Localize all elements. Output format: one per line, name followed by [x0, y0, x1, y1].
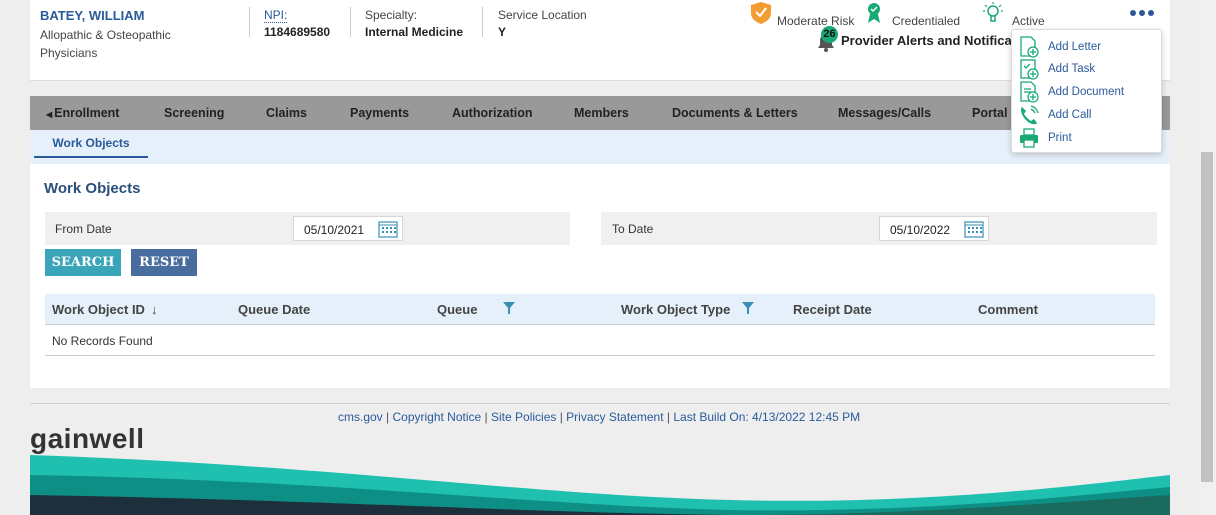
bell-icon[interactable]: 26 [817, 26, 838, 52]
active-label: Active [1012, 14, 1045, 28]
shield-icon [751, 1, 771, 27]
menu-item-print[interactable]: Print [1018, 127, 1158, 149]
col-queue-date[interactable]: Queue Date [238, 302, 310, 317]
dot [1130, 10, 1136, 16]
npi-label: NPI: [264, 8, 288, 23]
table-header: Work Object ID ↓ Queue Date Queue Work Ob… [45, 294, 1155, 325]
caret-left-icon: ◀ [46, 110, 53, 119]
table-row: No Records Found [45, 325, 1155, 356]
npi-value: 1184689580 [264, 25, 331, 39]
filter-icon[interactable] [503, 302, 516, 317]
specialty-label: Specialty: [365, 8, 418, 22]
active-status: Active [982, 0, 1045, 28]
menu-item-add-task[interactable]: Add Task [1018, 58, 1158, 80]
sub-nav: Work Objects [30, 130, 1170, 164]
risk-label: Moderate Risk [777, 14, 855, 28]
footer-link-copyright[interactable]: Copyright Notice [392, 410, 481, 424]
service-location-label: Service Location [498, 8, 587, 22]
work-objects-panel: Work Objects From Date 05/10/2021 To Dat… [30, 164, 1170, 388]
from-date-input[interactable]: 05/10/2021 [293, 216, 403, 241]
nav-item-authorization[interactable]: Authorization [452, 106, 533, 120]
specialty-value: Internal Medicine [365, 25, 464, 39]
footer-link-privacy[interactable]: Privacy Statement [566, 410, 663, 424]
menu-item-add-letter[interactable]: Add Letter [1018, 36, 1158, 58]
dot [1139, 10, 1145, 16]
from-date-value: 05/10/2021 [304, 223, 365, 237]
add-task-icon [1018, 58, 1040, 80]
scrollbar-thumb[interactable] [1201, 152, 1213, 482]
credential-status: Credentialed [866, 0, 960, 28]
menu-item-add-document[interactable]: Add Document [1018, 81, 1158, 103]
credential-label: Credentialed [892, 14, 961, 28]
last-build-info: Last Build On: 4/13/2022 12:45 PM [673, 410, 861, 424]
printer-icon [1018, 127, 1040, 149]
col-receipt-date[interactable]: Receipt Date [793, 302, 872, 317]
main-nav: ◀ Enrollment Screening Claims Payments Au… [30, 96, 1170, 130]
provider-alerts[interactable]: 26 Provider Alerts and Notificat [817, 26, 1016, 52]
gainwell-logo: gainwell [30, 423, 145, 454]
to-date-input[interactable]: 05/10/2022 [879, 216, 989, 241]
search-button[interactable]: SEARCH [45, 249, 121, 276]
more-options-menu: Add Letter Add Task Add Document Add Cal… [1011, 29, 1162, 153]
empty-message: No Records Found [52, 334, 153, 348]
col-work-object-type[interactable]: Work Object Type [621, 302, 755, 317]
footer-links: cms.gov | Copyright Notice | Site Polici… [338, 410, 861, 424]
col-work-object-id[interactable]: Work Object ID ↓ [52, 302, 157, 317]
divider [249, 7, 250, 37]
sort-down-icon[interactable]: ↓ [151, 302, 158, 317]
nav-item-portal[interactable]: Portal [972, 106, 1007, 120]
dot [1148, 10, 1154, 16]
nav-item-payments[interactable]: Payments [350, 106, 409, 120]
calendar-icon[interactable] [964, 220, 984, 238]
filter-icon[interactable] [742, 302, 755, 317]
nav-item-claims[interactable]: Claims [266, 106, 307, 120]
add-letter-icon [1018, 36, 1040, 58]
to-date-row: To Date 05/10/2022 [601, 212, 1157, 245]
from-date-label: From Date [55, 222, 112, 236]
alerts-title[interactable]: Provider Alerts and Notificat [841, 33, 1016, 48]
nav-item-members[interactable]: Members [574, 106, 629, 120]
footer-link-site-policies[interactable]: Site Policies [491, 410, 556, 424]
provider-header: BATEY, WILLIAM Allopathic & Osteopathic … [30, 0, 1170, 81]
calendar-icon[interactable] [378, 220, 398, 238]
footer-divider [30, 403, 1170, 404]
more-options-button[interactable] [1130, 10, 1154, 16]
footer-link-cms[interactable]: cms.gov [338, 410, 383, 424]
page-scrollbar[interactable] [1199, 0, 1216, 515]
lightbulb-icon [982, 1, 1004, 27]
to-date-label: To Date [612, 222, 654, 236]
provider-type: Allopathic & Osteopathic Physicians [40, 28, 171, 60]
col-comment[interactable]: Comment [978, 302, 1038, 317]
from-date-row: From Date 05/10/2021 [45, 212, 570, 245]
nav-item-enrollment[interactable]: ◀ Enrollment [46, 106, 119, 120]
nav-item-screening[interactable]: Screening [164, 106, 224, 120]
reset-button[interactable]: RESET [131, 249, 197, 276]
alert-count-badge: 26 [821, 26, 838, 43]
footer-wave-graphic [30, 455, 1170, 515]
page-title: Work Objects [44, 180, 141, 197]
phone-icon [1018, 104, 1040, 126]
divider [350, 7, 351, 37]
divider [482, 7, 483, 37]
add-document-icon [1018, 81, 1040, 103]
service-location-value: Y [498, 25, 507, 39]
ribbon-icon [866, 2, 882, 27]
tab-work-objects[interactable]: Work Objects [34, 130, 148, 158]
nav-item-messages-calls[interactable]: Messages/Calls [838, 106, 931, 120]
risk-status: Moderate Risk [751, 0, 854, 28]
provider-name: BATEY, WILLIAM [40, 8, 145, 23]
menu-item-add-call[interactable]: Add Call [1018, 104, 1158, 126]
to-date-value: 05/10/2022 [890, 223, 951, 237]
nav-item-documents-letters[interactable]: Documents & Letters [672, 106, 798, 120]
col-queue[interactable]: Queue [437, 302, 516, 317]
